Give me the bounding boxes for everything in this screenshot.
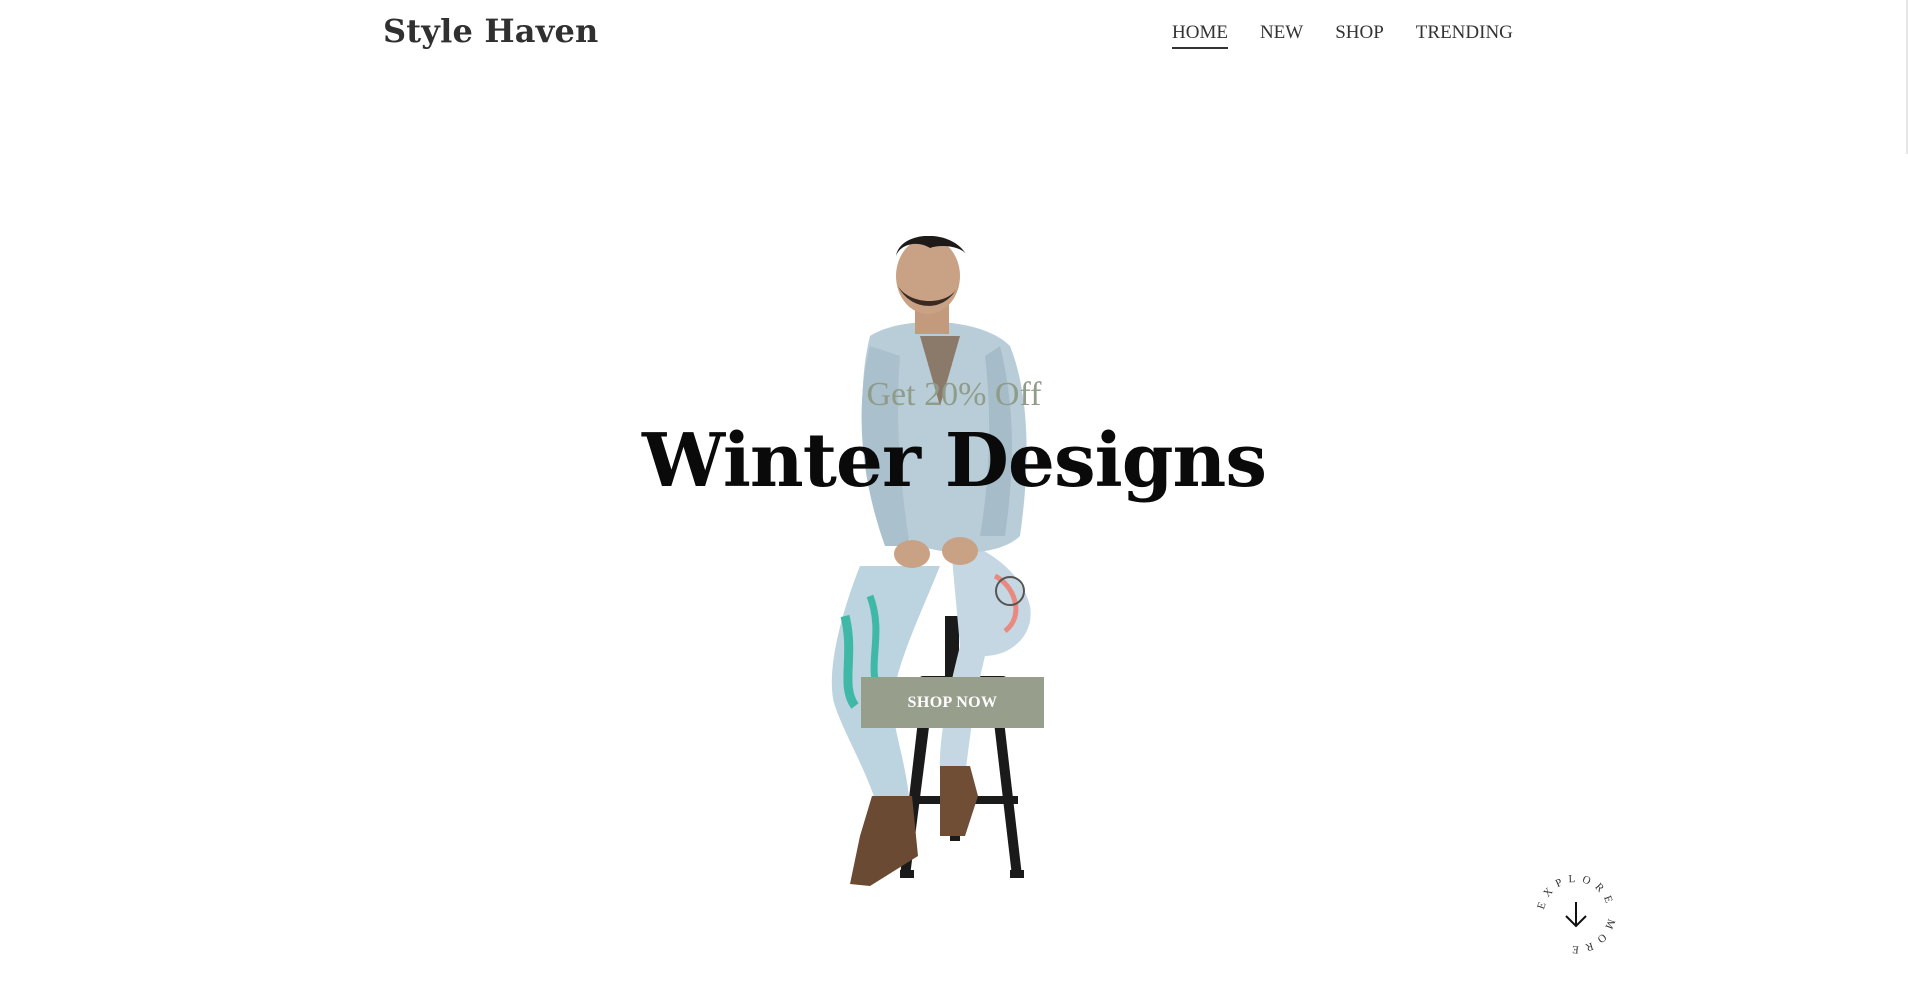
nav-item-home[interactable]: HOME — [1172, 22, 1228, 49]
explore-more-link[interactable]: EXPLORE MORE — [1530, 868, 1622, 960]
hero-headline: Winter Designs — [642, 418, 1267, 504]
nav-item-new[interactable]: NEW — [1260, 22, 1303, 49]
nav-item-shop[interactable]: SHOP — [1335, 22, 1384, 49]
brand-logo[interactable]: Style Haven — [383, 12, 599, 50]
main-nav: HOME NEW SHOP TRENDING — [1172, 22, 1513, 49]
nav-item-trending[interactable]: TRENDING — [1416, 22, 1513, 49]
hero-eyebrow: Get 20% Off — [866, 376, 1042, 413]
shop-now-button[interactable]: SHOP NOW — [861, 677, 1044, 728]
hero-model-image — [800, 235, 1080, 890]
site-header: Style Haven HOME NEW SHOP TRENDING — [0, 0, 1908, 66]
page: Style Haven HOME NEW SHOP TRENDING Get 2… — [0, 0, 1908, 994]
arrow-down-icon — [1565, 902, 1587, 928]
